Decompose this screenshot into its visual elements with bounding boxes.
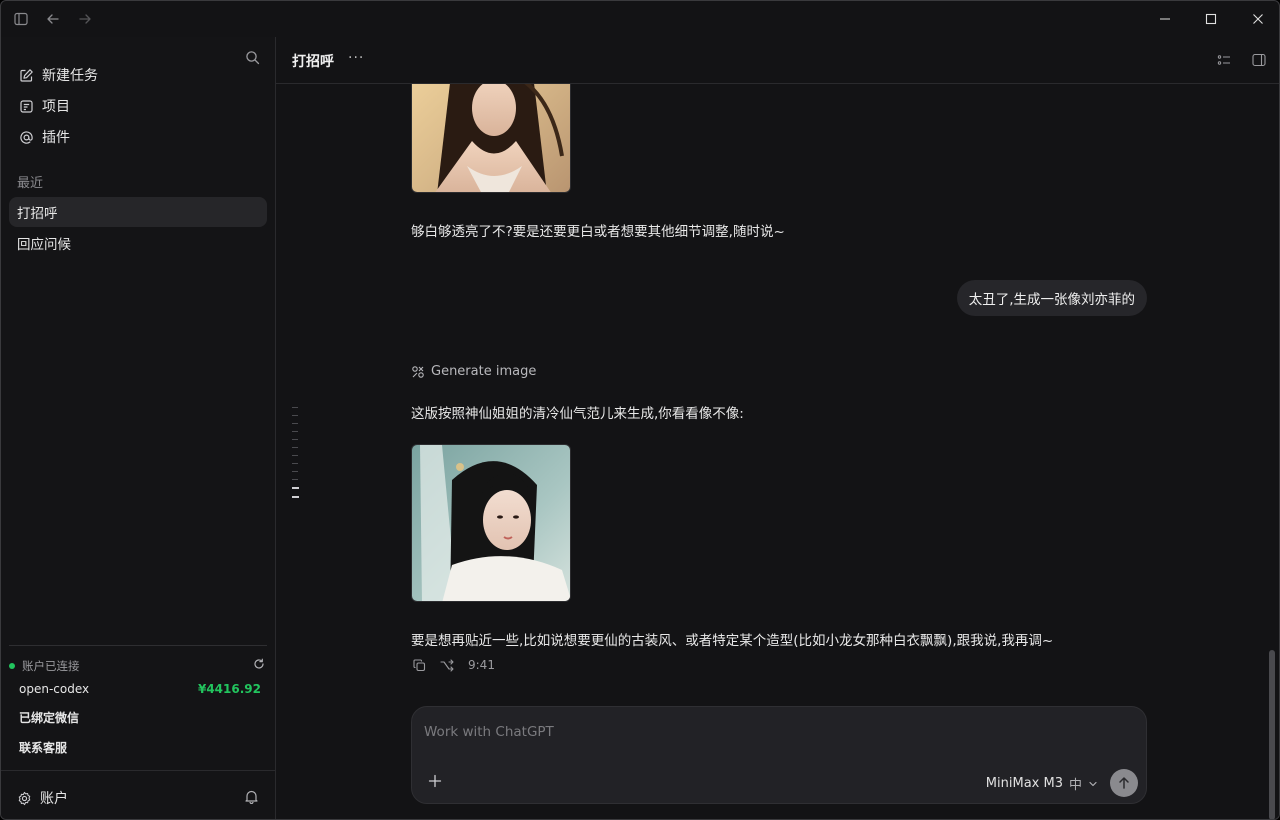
contact-support-link[interactable]: 联系客服 <box>19 739 67 756</box>
message-time: 9:41 <box>468 658 495 672</box>
generate-image-tool-row[interactable]: Generate image <box>411 364 536 379</box>
generated-image-2[interactable] <box>411 444 571 602</box>
message-input[interactable] <box>412 707 1146 757</box>
bell-icon[interactable] <box>244 789 259 808</box>
copy-icon[interactable] <box>413 658 426 672</box>
model-name: MiniMax M3 <box>985 776 1063 791</box>
status-text: 账户已连接 <box>22 659 80 673</box>
recent-item-label: 打招呼 <box>17 206 58 222</box>
conversation-header: 打招呼 ··· <box>276 37 1279 84</box>
send-button[interactable] <box>1110 769 1138 797</box>
message-composer: MiniMax M3 中 <box>411 706 1147 804</box>
connection-status: 账户已连接 <box>9 657 267 675</box>
account-info-row: open-codex ¥4416.92 <box>19 682 261 696</box>
sidebar-toggle-icon[interactable] <box>11 9 31 29</box>
forward-arrow-icon[interactable] <box>75 9 95 29</box>
nav-label: 插件 <box>42 130 70 146</box>
main-panel: 打招呼 ··· 够白够透亮了不?要是还要更白或者想要其他细节调整,随时说~ 太丑… <box>276 37 1279 819</box>
conversation-title: 打招呼 <box>292 54 334 70</box>
project-icon <box>18 98 34 114</box>
bottom-divider <box>1 770 275 771</box>
nav-label: 项目 <box>42 99 70 115</box>
edit-icon <box>18 67 34 83</box>
maximize-button[interactable] <box>1199 7 1223 31</box>
account-name: open-codex <box>19 682 90 696</box>
message-actions: 9:41 <box>413 658 495 672</box>
tool-label: Generate image <box>431 364 537 379</box>
task-list-icon[interactable] <box>1216 52 1232 68</box>
generated-image-1[interactable] <box>411 84 571 193</box>
add-attachment-button[interactable] <box>426 772 444 790</box>
user-message-bubble: 太丑了,生成一张像刘亦菲的 <box>956 280 1147 316</box>
panel-toggle-icon[interactable] <box>1251 52 1267 68</box>
gear-icon <box>17 791 32 806</box>
chat-scrollbar[interactable] <box>1269 650 1275 819</box>
recent-item-greeting[interactable]: 打招呼 <box>9 197 267 227</box>
app-window: 新建任务 项目 插件 最近 打招呼 回应问候 账户已连接 open-codex … <box>0 0 1280 820</box>
account-divider <box>9 645 267 646</box>
refresh-icon[interactable] <box>253 658 265 673</box>
more-options-button[interactable]: ··· <box>348 50 364 66</box>
model-language: 中 <box>1068 778 1082 793</box>
back-arrow-icon[interactable] <box>43 9 63 29</box>
fork-icon[interactable] <box>440 658 454 672</box>
nav-projects[interactable]: 项目 <box>9 91 267 121</box>
chevron-down-icon <box>1088 779 1098 789</box>
at-icon <box>18 129 34 145</box>
assistant-message: 够白够透亮了不?要是还要更白或者想要其他细节调整,随时说~ <box>411 224 785 240</box>
user-message-text: 太丑了,生成一张像刘亦菲的 <box>968 292 1135 308</box>
model-selector[interactable]: MiniMax M3 中 <box>986 774 1098 793</box>
recent-section-label: 最近 <box>17 176 44 191</box>
sidebar: 新建任务 项目 插件 最近 打招呼 回应问候 账户已连接 open-codex … <box>1 37 275 819</box>
nav-label: 新建任务 <box>42 68 98 84</box>
recent-item-label: 回应问候 <box>17 237 71 253</box>
close-button[interactable] <box>1246 7 1270 31</box>
arrow-up-icon <box>1119 777 1129 789</box>
account-label: 账户 <box>40 791 68 807</box>
image-tool-icon <box>411 365 425 379</box>
nav-plugins[interactable]: 插件 <box>9 122 267 152</box>
title-bar <box>1 1 1279 37</box>
recent-item-reply[interactable]: 回应问候 <box>9 228 267 258</box>
nav-new-task[interactable]: 新建任务 <box>9 60 267 90</box>
account-button[interactable]: 账户 <box>17 788 68 808</box>
assistant-message: 要是想再贴近一些,比如说想要更仙的古装风、或者特定某个造型(比如小龙女那种白衣飘… <box>411 633 1054 649</box>
assistant-message: 这版按照神仙姐姐的清冷仙气范儿来生成,你看看像不像: <box>411 406 744 422</box>
account-balance: ¥4416.92 <box>197 682 261 696</box>
wechat-bound-link[interactable]: 已绑定微信 <box>19 709 79 726</box>
minimize-button[interactable] <box>1153 7 1177 31</box>
status-dot-icon <box>9 663 15 669</box>
